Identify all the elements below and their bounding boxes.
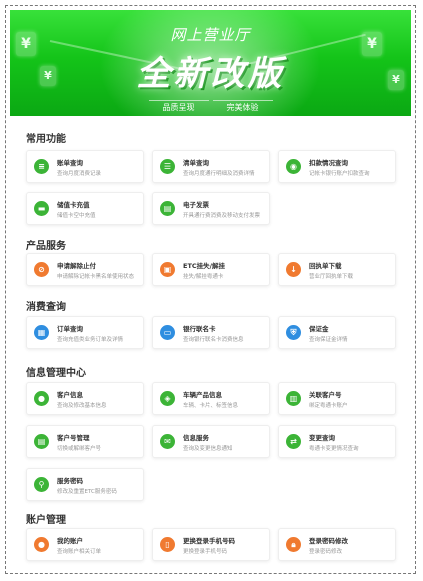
card-title: 保证金 — [309, 325, 329, 333]
card-change-phone[interactable]: ▯ 更换登录手机号码 更换登录手机号码 — [152, 528, 270, 561]
card-title: 银行联名卡 — [183, 325, 216, 333]
card-desc: 粤通卡变更情况查询 — [309, 446, 359, 452]
card-title: 更换登录手机号码 — [183, 537, 235, 545]
card-unblock[interactable]: ⊘ 申请解除止付 申请解除记帐卡黑名单使用状态 — [26, 253, 144, 286]
card-my-account[interactable]: ● 我的账户 查询账户相关订单 — [26, 528, 144, 561]
card-service-password[interactable]: ⚲ 服务密码 修改及重置ETC服务密码 — [26, 468, 144, 501]
change-icon: ⇄ — [286, 434, 301, 449]
card-title: 储值卡充值 — [57, 201, 90, 209]
deduction-icon: ◉ — [286, 159, 301, 174]
card-order-query[interactable]: ▦ 订单查询 查询充值类业务订单及详情 — [26, 316, 144, 349]
section-title-info-center: 信息管理中心 — [26, 368, 86, 379]
card-title: 服务密码 — [57, 477, 83, 485]
card-desc: 查询月度消费记录 — [57, 171, 102, 177]
card-deduction-query[interactable]: ◉ 扣款情况查询 记帐卡银行账户扣款查询 — [278, 150, 396, 183]
section-title-account: 账户管理 — [26, 515, 66, 526]
phone-icon: ▯ — [160, 537, 175, 552]
card-bank-card[interactable]: ▭ 银行联名卡 查询银行联名卡消费信息 — [152, 316, 270, 349]
card-vehicle-info[interactable]: ◈ 车辆产品信息 车辆、卡片、标签信息 — [152, 382, 270, 415]
card-desc: 营业厅回执单下载 — [309, 274, 354, 280]
card-deposit[interactable]: ⛨ 保证金 查询保证金详情 — [278, 316, 396, 349]
card-customer-info[interactable]: ● 客户信息 查询及修改基本信息 — [26, 382, 144, 415]
banner-title: 全新改版 — [136, 54, 285, 94]
bill-icon: ≡ — [34, 159, 49, 174]
card-desc: 查询月度通行明细及消费详情 — [183, 171, 255, 177]
card-desc: 储值卡空中充值 — [57, 213, 96, 219]
lock-icon: 🔒︎ — [286, 537, 301, 552]
card-desc: 申请解除记帐卡黑名单使用状态 — [57, 274, 135, 280]
card-desc: 查询保证金详情 — [309, 337, 348, 343]
card-title: 关联客户号 — [309, 391, 342, 399]
card-title: 变更查询 — [309, 434, 335, 442]
card-title: 订单查询 — [57, 325, 83, 333]
card-title: 清单查询 — [183, 159, 209, 167]
list-icon: ☰ — [160, 159, 175, 174]
card-desc: 查询充值类业务订单及详情 — [57, 337, 124, 343]
unblock-icon: ⊘ — [34, 262, 49, 277]
order-icon: ▦ — [34, 325, 49, 340]
download-icon: ↓ — [286, 262, 301, 277]
page-frame: ¥ ¥ ¥ ¥ 网上营业厅 全新改版 品质呈现 完美体验 常用功能 ≡ 账单查询… — [5, 5, 416, 574]
card-title: 车辆产品信息 — [183, 391, 222, 399]
invoice-icon: ▤ — [160, 201, 175, 216]
card-title: 登录密码修改 — [309, 537, 348, 545]
bank-card-icon: ▭ — [160, 325, 175, 340]
user-icon: ● — [34, 537, 49, 552]
account-manage-icon: ▤ — [34, 434, 49, 449]
password-icon: ⚲ — [34, 477, 49, 492]
card-receipt-download[interactable]: ↓ 回执单下载 营业厅回执单下载 — [278, 253, 396, 286]
card-bill-query[interactable]: ≡ 账单查询 查询月度消费记录 — [26, 150, 144, 183]
card-desc: 登录密码修改 — [309, 549, 343, 555]
card-desc: 开具通行费消费及移动支付发票 — [183, 213, 261, 219]
deposit-icon: ⛨ — [286, 325, 301, 340]
card-title: 账单查询 — [57, 159, 83, 167]
customer-icon: ● — [34, 391, 49, 406]
card-title: 我的账户 — [57, 537, 83, 545]
card-title: 回执单下载 — [309, 262, 342, 270]
card-link-account[interactable]: ▥ 关联客户号 绑定粤通卡账户 — [278, 382, 396, 415]
card-lock-icon: ▣ — [160, 262, 175, 277]
card-title: 客户号管理 — [57, 434, 90, 442]
card-etc-loss[interactable]: ▣ ETC挂失/解挂 挂失/解挂粤通卡 — [152, 253, 270, 286]
banner-subtitle: 网上营业厅 — [170, 26, 251, 44]
card-desc: 查询账户相关订单 — [57, 549, 102, 555]
card-recharge[interactable]: ▬ 储值卡充值 储值卡空中充值 — [26, 192, 144, 225]
card-e-invoice[interactable]: ▤ 电子发票 开具通行费消费及移动支付发票 — [152, 192, 270, 225]
card-title: 扣款情况查询 — [309, 159, 348, 167]
card-desc: 更换登录手机号码 — [183, 549, 228, 555]
card-desc: 绑定粤通卡账户 — [309, 403, 348, 409]
card-desc: 查询及变更信息通知 — [183, 446, 233, 452]
promo-banner[interactable]: ¥ ¥ ¥ ¥ 网上营业厅 全新改版 品质呈现 完美体验 — [10, 10, 411, 116]
card-desc: 车辆、卡片、标签信息 — [183, 403, 239, 409]
card-list-query[interactable]: ☰ 清单查询 查询月度通行明细及消费详情 — [152, 150, 270, 183]
card-desc: 查询银行联名卡消费信息 — [183, 337, 244, 343]
wallet-icon: ▬ — [34, 201, 49, 216]
link-account-icon: ▥ — [286, 391, 301, 406]
card-info-service[interactable]: ✉ 信息服务 查询及变更信息通知 — [152, 425, 270, 458]
card-title: 电子发票 — [183, 201, 209, 209]
card-desc: 挂失/解挂粤通卡 — [183, 274, 224, 280]
banner-tags: 品质呈现 完美体验 — [10, 100, 411, 114]
banner-tag: 品质呈现 — [148, 100, 209, 114]
section-title-consumption: 消费查询 — [26, 302, 66, 313]
card-desc: 修改及重置ETC服务密码 — [57, 489, 117, 495]
card-desc: 查询及修改基本信息 — [57, 403, 107, 409]
card-title: ETC挂失/解挂 — [183, 262, 226, 270]
card-account-manage[interactable]: ▤ 客户号管理 切换或解绑客户号 — [26, 425, 144, 458]
section-title-products: 产品服务 — [26, 241, 66, 252]
card-title: 申请解除止付 — [57, 262, 96, 270]
card-desc: 记帐卡银行账户扣款查询 — [309, 171, 370, 177]
card-change-password[interactable]: 🔒︎ 登录密码修改 登录密码修改 — [278, 528, 396, 561]
vehicle-icon: ◈ — [160, 391, 175, 406]
card-change-query[interactable]: ⇄ 变更查询 粤通卡变更情况查询 — [278, 425, 396, 458]
banner-tag: 完美体验 — [212, 100, 273, 114]
card-title: 信息服务 — [183, 434, 209, 442]
section-title-common: 常用功能 — [26, 134, 66, 145]
message-icon: ✉ — [160, 434, 175, 449]
card-title: 客户信息 — [57, 391, 83, 399]
card-desc: 切换或解绑客户号 — [57, 446, 102, 452]
